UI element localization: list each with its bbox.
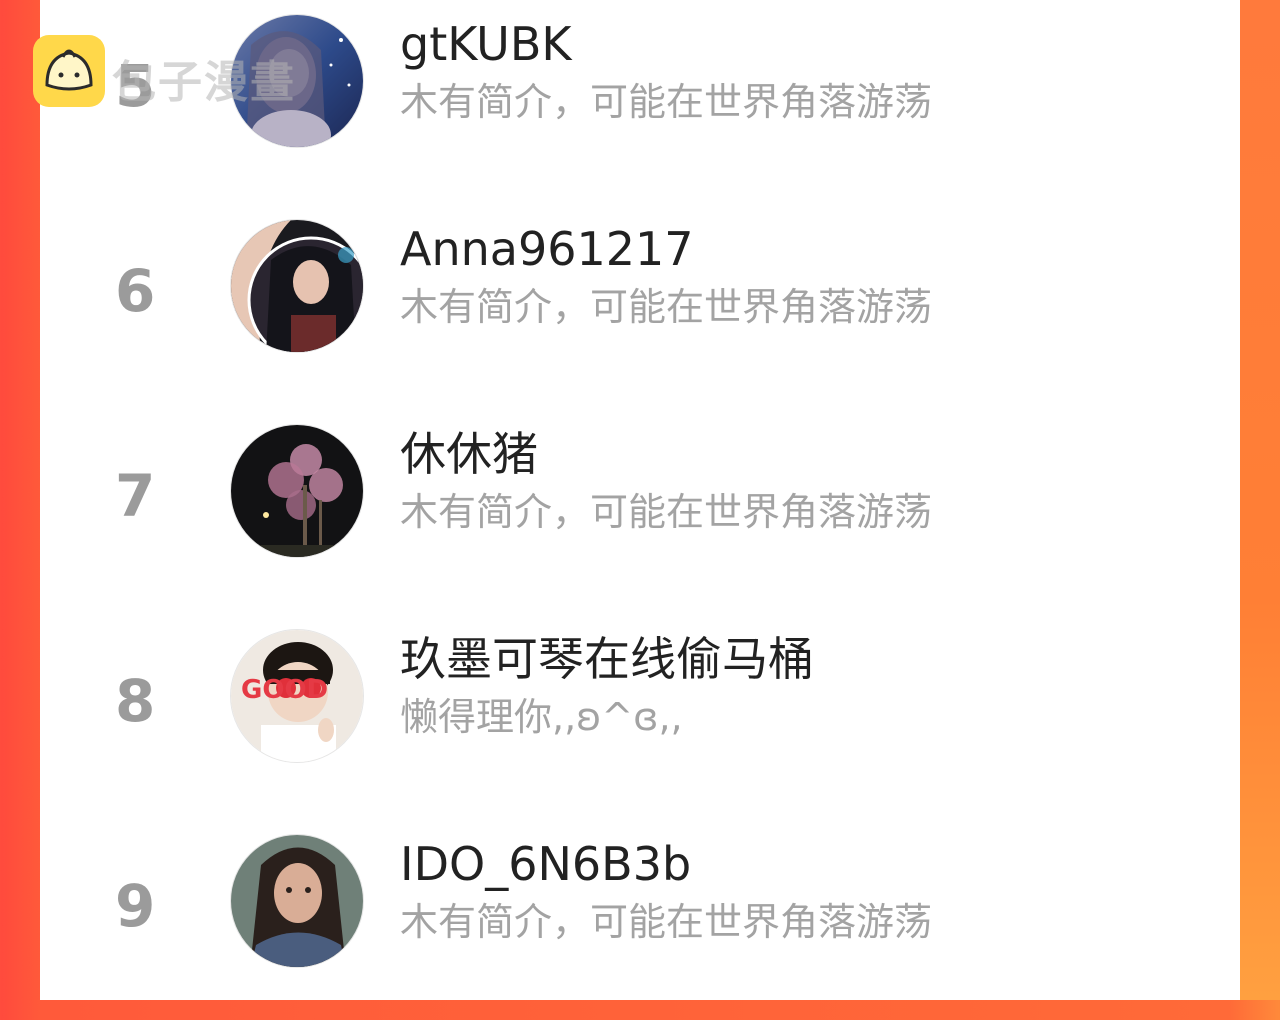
user-avatar[interactable] (230, 219, 364, 353)
watermark-logo-icon (33, 35, 105, 107)
user-avatar[interactable] (230, 424, 364, 558)
rank-number: 6 (115, 257, 156, 325)
avatar-image (231, 220, 363, 352)
avatar-text: GOOD (241, 675, 328, 705)
list-item[interactable]: 8 GOOD 玖墨可琴在线偷马桶 懒得理你,,ʚ^ɞ,, (40, 610, 1240, 815)
rank-number: 8 (115, 667, 156, 735)
list-item[interactable]: 7 休休猪 木有简介，可能在世界角落游荡 (40, 405, 1240, 610)
fan-ranking-list: 5 gtKUBK 木有简介，可能在世界角落游荡 6 Anna961217 木有简… (40, 0, 1240, 1000)
user-avatar[interactable] (230, 834, 364, 968)
avatar-image: GOOD (231, 630, 363, 762)
username[interactable]: 玖墨可琴在线偷马桶 (400, 636, 814, 682)
list-item[interactable]: 6 Anna961217 木有简介，可能在世界角落游荡 (40, 200, 1240, 405)
username[interactable]: 休休猪 (400, 431, 538, 477)
right-background-strip (1240, 0, 1280, 1000)
username[interactable]: gtKUBK (400, 21, 572, 67)
watermark-text: 包子漫畫 (112, 57, 296, 108)
username[interactable]: Anna961217 (400, 226, 694, 272)
rank-number: 7 (115, 462, 156, 530)
username[interactable]: IDO_6N6B3b (400, 841, 691, 887)
user-bio: 懒得理你,,ʚ^ɞ,, (400, 695, 683, 739)
user-bio: 木有简介，可能在世界角落游荡 (400, 900, 933, 944)
avatar-image (231, 425, 363, 557)
user-avatar[interactable]: GOOD (230, 629, 364, 763)
avatar-image (231, 835, 363, 967)
list-item[interactable]: 9 IDO_6N6B3b 木有简介，可能在世界角落游荡 (40, 815, 1240, 1020)
user-bio: 木有简介，可能在世界角落游荡 (400, 80, 933, 124)
rank-number: 9 (115, 872, 156, 940)
user-bio: 木有简介，可能在世界角落游荡 (400, 490, 933, 534)
user-bio: 木有简介，可能在世界角落游荡 (400, 285, 933, 329)
